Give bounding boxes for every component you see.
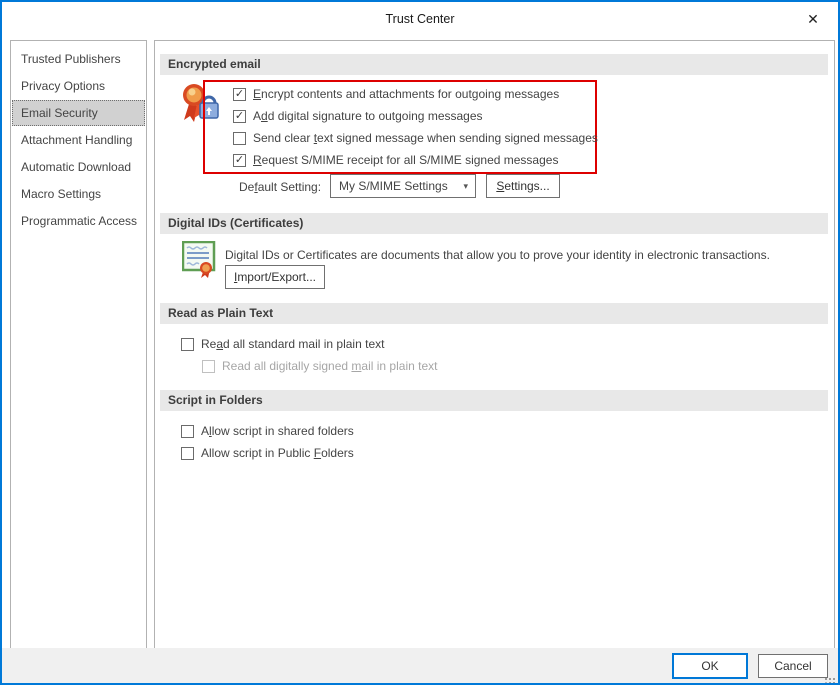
section-header-digital-ids: Digital IDs (Certificates)	[160, 213, 828, 234]
trust-center-dialog: Trust Center ✕ Trusted Publishers Privac…	[0, 0, 840, 685]
sidebar-item-email-security[interactable]: Email Security	[12, 100, 145, 126]
ok-button[interactable]: OK	[672, 653, 748, 679]
dropdown-value: My S/MIME Settings	[339, 179, 448, 193]
certificate-icon	[182, 241, 216, 278]
checkbox-label: Encrypt contents and attachments for out…	[253, 87, 560, 101]
checkbox-label: Allow script in Public Folders	[201, 446, 354, 460]
cancel-button[interactable]: Cancel	[758, 654, 828, 678]
checkbox-box	[181, 446, 194, 460]
main-panel: Encrypted email ✓ Encrypt contents and a…	[154, 40, 835, 650]
sidebar-item-attachment-handling[interactable]: Attachment Handling	[12, 127, 145, 153]
chevron-down-icon: ▾	[463, 181, 468, 191]
checkbox-label: Read all digitally signed mail in plain …	[222, 359, 438, 373]
default-setting-label: Default Setting:	[239, 180, 322, 194]
resize-grip[interactable]	[833, 678, 835, 680]
checkbox-read-standard-plain[interactable]: Read all standard mail in plain text	[181, 336, 384, 352]
sidebar: Trusted Publishers Privacy Options Email…	[10, 40, 147, 650]
checkbox-box: ✓	[233, 109, 246, 123]
sidebar-item-privacy-options[interactable]: Privacy Options	[12, 73, 145, 99]
checkbox-label: Allow script in shared folders	[201, 424, 354, 438]
checkbox-read-signed-plain: Read all digitally signed mail in plain …	[202, 358, 437, 374]
checkbox-box	[233, 131, 246, 145]
checkbox-box	[181, 337, 194, 351]
checkbox-request-smime-receipt[interactable]: ✓ Request S/MIME receipt for all S/MIME …	[233, 152, 558, 168]
sidebar-item-macro-settings[interactable]: Macro Settings	[12, 181, 145, 207]
footer-bar: OK Cancel	[2, 648, 838, 683]
checkbox-encrypt-contents[interactable]: ✓ Encrypt contents and attachments for o…	[233, 86, 559, 102]
sidebar-item-trusted-publishers[interactable]: Trusted Publishers	[12, 46, 145, 72]
checkbox-box: ✓	[233, 153, 246, 167]
default-setting-dropdown[interactable]: My S/MIME Settings ▾	[330, 174, 476, 198]
checkbox-label: Request S/MIME receipt for all S/MIME si…	[253, 153, 559, 167]
checkbox-send-clear-text[interactable]: Send clear text signed message when send…	[233, 130, 598, 146]
checkbox-label: Read all standard mail in plain text	[201, 337, 385, 351]
section-header-script-in-folders: Script in Folders	[160, 390, 828, 411]
dialog-title: Trust Center	[385, 12, 455, 26]
checkbox-box: ✓	[233, 87, 246, 101]
settings-button[interactable]: Settings...	[486, 174, 560, 198]
section-header-read-plain-text: Read as Plain Text	[160, 303, 828, 324]
title-bar: Trust Center ✕	[2, 2, 838, 36]
checkbox-allow-script-public[interactable]: Allow script in Public Folders	[181, 445, 354, 461]
seal-lock-icon	[183, 84, 219, 122]
import-export-button[interactable]: Import/Export...	[225, 265, 325, 289]
checkbox-label: Send clear text signed message when send…	[253, 131, 598, 145]
checkbox-add-digital-signature[interactable]: ✓ Add digital signature to outgoing mess…	[233, 108, 483, 124]
checkbox-allow-script-shared[interactable]: Allow script in shared folders	[181, 423, 354, 439]
sidebar-item-automatic-download[interactable]: Automatic Download	[12, 154, 145, 180]
close-icon[interactable]: ✕	[804, 10, 822, 28]
checkbox-box	[202, 359, 215, 373]
digital-ids-description: Digital IDs or Certificates are document…	[225, 248, 770, 262]
checkbox-box	[181, 424, 194, 438]
section-header-encrypted-email: Encrypted email	[160, 54, 828, 75]
sidebar-item-programmatic-access[interactable]: Programmatic Access	[12, 208, 145, 234]
checkbox-label: Add digital signature to outgoing messag…	[253, 109, 483, 123]
